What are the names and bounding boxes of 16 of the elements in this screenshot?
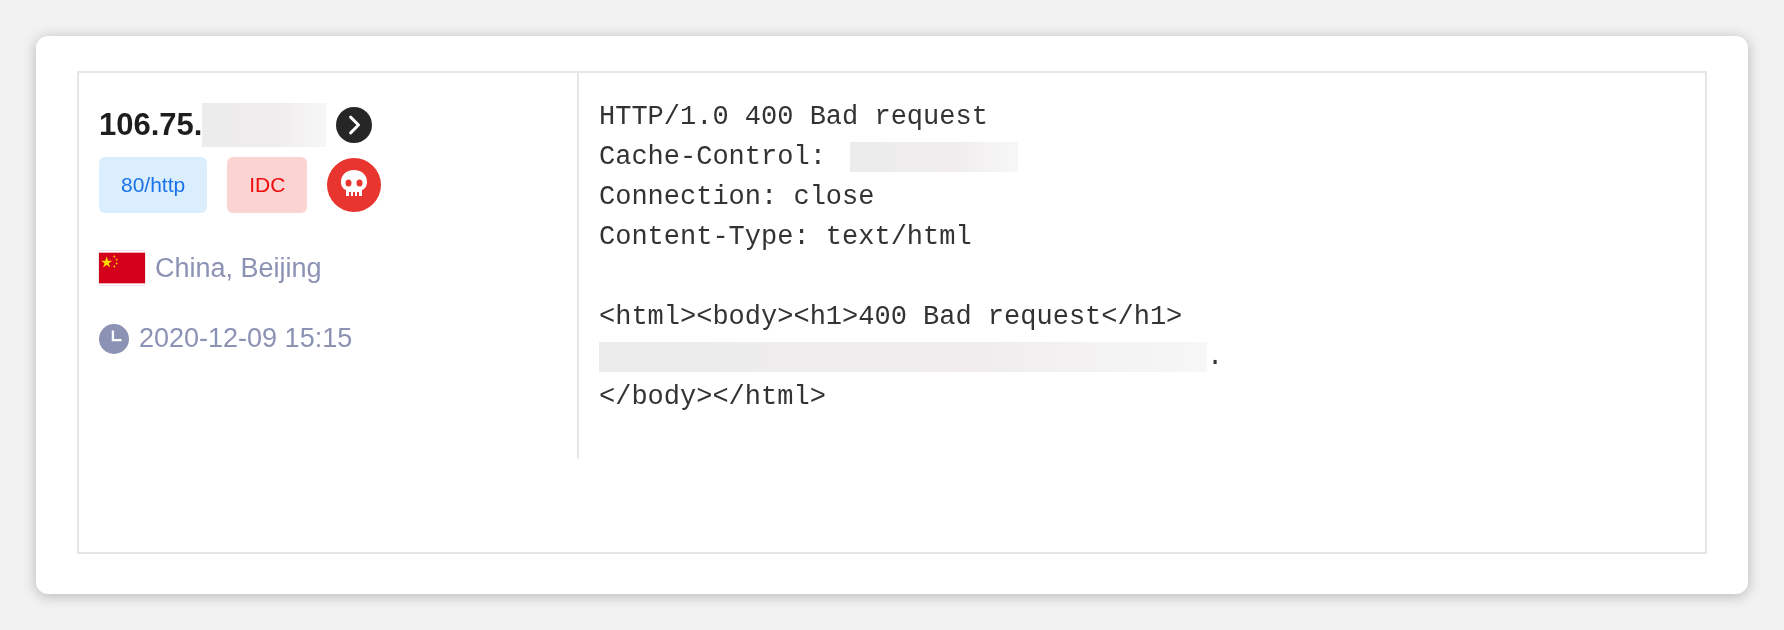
flag-icon bbox=[99, 251, 145, 285]
skull-icon bbox=[327, 158, 382, 212]
location-text: China, Beijing bbox=[155, 252, 322, 284]
ip-address[interactable]: 106.75. bbox=[99, 107, 203, 143]
clock-icon bbox=[99, 323, 129, 354]
chevron-right-icon[interactable] bbox=[336, 107, 373, 143]
idc-tag: IDC bbox=[227, 157, 308, 213]
response-line: HTTP/1.0 400 Bad request bbox=[599, 102, 988, 132]
port-tag[interactable]: 80/http bbox=[99, 157, 208, 213]
response-line: <html><body><h1>400 Bad request</h1> bbox=[599, 302, 1183, 332]
response-line: Cache-Control: bbox=[599, 142, 826, 172]
response-line: Connection: close bbox=[599, 182, 875, 212]
timestamp: 2020-12-09 15:15 bbox=[139, 323, 353, 354]
response-line: </body></html> bbox=[599, 382, 826, 412]
response-line: . bbox=[1207, 342, 1224, 372]
response-line: Content-Type: text/html bbox=[599, 222, 972, 252]
